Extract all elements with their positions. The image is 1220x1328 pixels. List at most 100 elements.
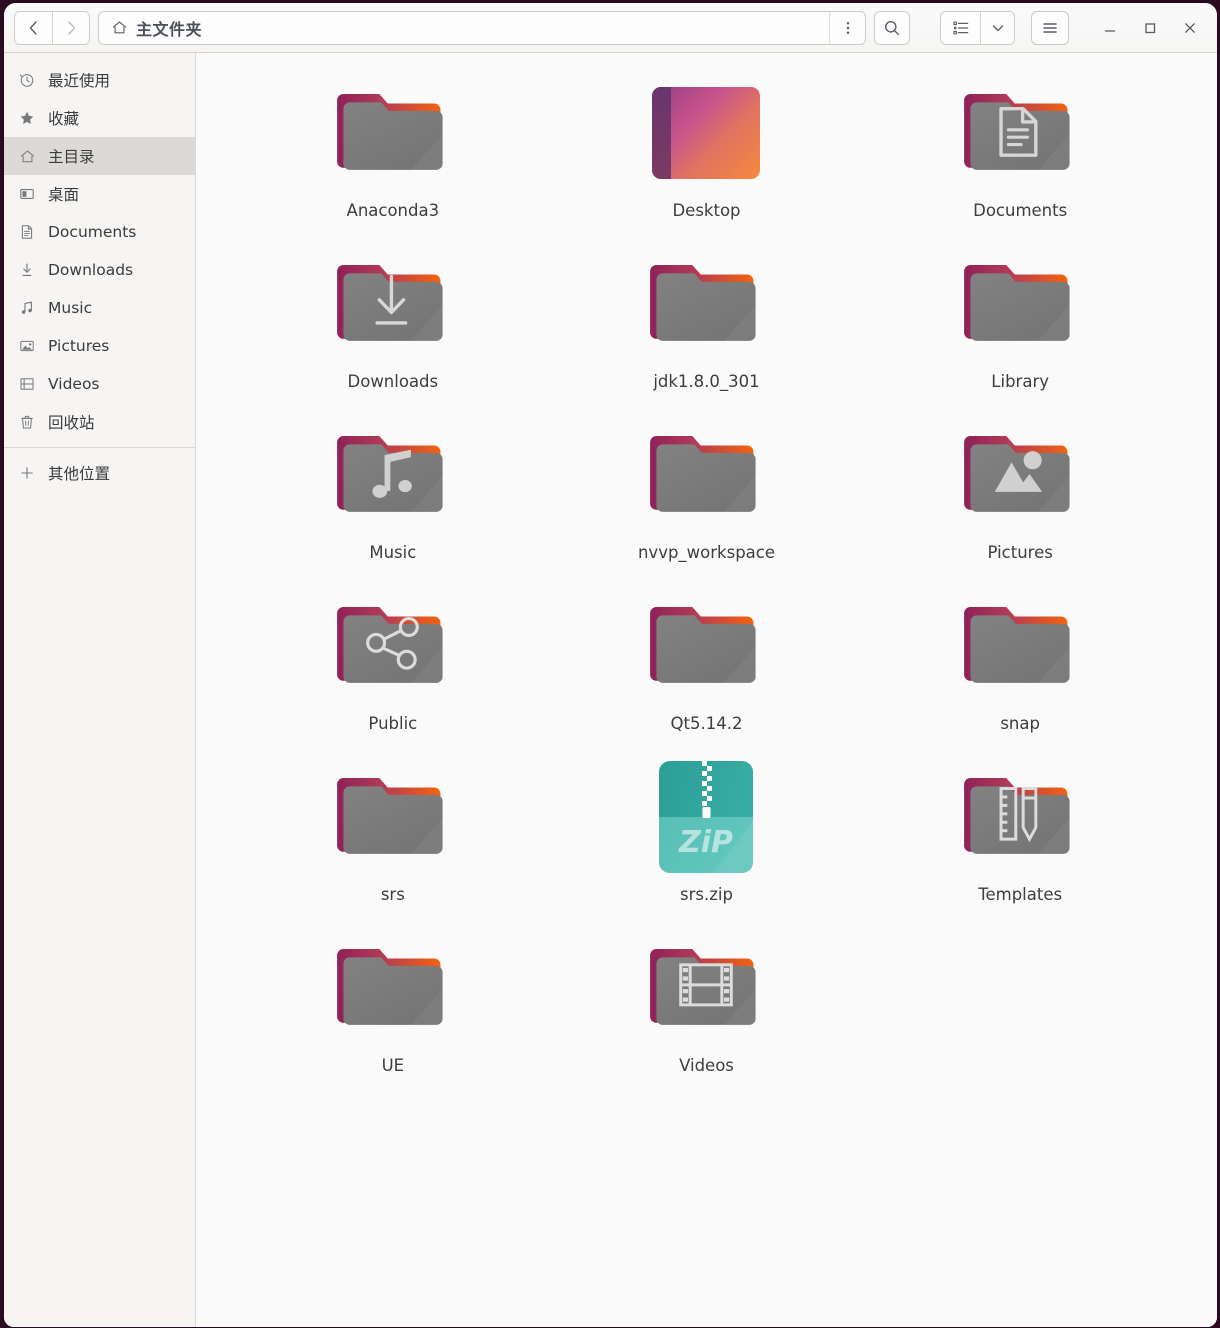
path-label: 主文件夹: [136, 19, 203, 39]
file-item[interactable]: Anaconda3: [236, 75, 550, 220]
folder-icon: [962, 588, 1078, 704]
sidebar: 最近使用 收藏 主目录 桌面 Documents Downloads Music…: [4, 53, 196, 1327]
file-item-label: Public: [368, 714, 418, 733]
file-item-label: Desktop: [672, 201, 741, 220]
list-view-icon: [952, 21, 968, 34]
sidebar-item-trash[interactable]: 回收站: [4, 403, 195, 441]
list-view-button[interactable]: [941, 11, 980, 44]
file-item-label: Anaconda3: [346, 201, 440, 220]
sidebar-item-downloads[interactable]: Downloads: [4, 251, 195, 289]
svg-text:ZiP: ZiP: [678, 825, 733, 860]
folder-icon: [648, 930, 764, 1046]
sidebar-item-music[interactable]: Music: [4, 289, 195, 327]
maximize-button[interactable]: [1133, 11, 1167, 45]
file-item[interactable]: Public: [236, 588, 550, 733]
folder-icon: [335, 417, 451, 533]
folder-icon: [335, 246, 451, 362]
close-button[interactable]: [1173, 11, 1207, 45]
hamburger-menu-icon: [1043, 22, 1057, 33]
file-item-label: nvvp_workspace: [637, 543, 776, 562]
plus-icon: [18, 464, 36, 482]
main-menu-button[interactable]: [1031, 10, 1069, 45]
sidebar-item-recent[interactable]: 最近使用: [4, 61, 195, 99]
file-item-label: Pictures: [987, 543, 1053, 562]
folder-icon: [335, 588, 451, 704]
file-item[interactable]: srs: [236, 759, 550, 904]
close-icon: [1185, 22, 1195, 33]
file-item-label: Library: [991, 372, 1049, 391]
sidebar-item-label: Downloads: [48, 261, 134, 279]
music-note-icon: [18, 299, 36, 317]
sidebar-item-label: Documents: [48, 223, 137, 241]
file-item-label: Templates: [978, 885, 1063, 904]
sidebar-divider: [4, 447, 195, 448]
folder-icon: [335, 930, 451, 1046]
zip-archive-icon: ZiP: [648, 759, 764, 875]
file-item[interactable]: jdk1.8.0_301: [550, 246, 864, 391]
file-item[interactable]: nvvp_workspace: [550, 417, 864, 562]
sidebar-item-desktop[interactable]: 桌面: [4, 175, 195, 213]
file-item[interactable]: Downloads: [236, 246, 550, 391]
film-icon: [18, 375, 36, 393]
file-item[interactable]: snap: [863, 588, 1177, 733]
home-icon: [111, 19, 128, 36]
download-icon: [18, 261, 36, 279]
file-item[interactable]: Desktop: [550, 75, 864, 220]
file-item[interactable]: Library: [863, 246, 1177, 391]
file-list-view[interactable]: Anaconda3 Desktop Documents Downloads jd…: [196, 53, 1217, 1327]
file-item-label: Music: [369, 543, 417, 562]
file-item[interactable]: ZiP srs.zip: [550, 759, 864, 904]
sidebar-item-label: 最近使用: [48, 72, 111, 90]
file-item-label: jdk1.8.0_301: [653, 372, 760, 391]
chevron-down-icon: [992, 24, 1003, 31]
file-item-label: Downloads: [347, 372, 439, 391]
sidebar-item-other-locations[interactable]: 其他位置: [4, 454, 195, 492]
header-bar: 主文件夹: [4, 3, 1217, 53]
path-bar[interactable]: 主文件夹: [98, 10, 866, 45]
file-grid: Anaconda3 Desktop Documents Downloads jd…: [236, 75, 1177, 1075]
minimize-button[interactable]: [1093, 11, 1127, 45]
path-menu-button[interactable]: [829, 11, 865, 44]
file-item-label: srs: [380, 885, 405, 904]
file-item-label: UE: [381, 1056, 405, 1075]
image-icon: [18, 337, 36, 355]
folder-icon: [962, 759, 1078, 875]
file-item[interactable]: Videos: [550, 930, 864, 1075]
folder-icon: [962, 75, 1078, 191]
file-item-label: Videos: [679, 1056, 734, 1075]
vertical-dots-icon: [846, 21, 849, 34]
file-item[interactable]: Qt5.14.2: [550, 588, 864, 733]
file-item[interactable]: Music: [236, 417, 550, 562]
file-item-label: srs.zip: [680, 885, 733, 904]
sidebar-item-home[interactable]: 主目录: [4, 137, 195, 175]
sidebar-item-label: 主目录: [48, 148, 95, 166]
chevron-right-icon: [68, 20, 76, 35]
sidebar-item-documents[interactable]: Documents: [4, 213, 195, 251]
trash-icon: [18, 413, 36, 431]
search-button[interactable]: [874, 10, 910, 45]
sidebar-item-pictures[interactable]: Pictures: [4, 327, 195, 365]
file-item-label: snap: [1000, 714, 1040, 733]
forward-button[interactable]: [52, 11, 89, 44]
file-item[interactable]: UE: [236, 930, 550, 1075]
folder-icon: [335, 759, 451, 875]
sidebar-item-starred[interactable]: 收藏: [4, 99, 195, 137]
file-item[interactable]: Templates: [863, 759, 1177, 904]
folder-icon: [962, 246, 1078, 362]
home-icon: [18, 147, 36, 165]
search-icon: [885, 20, 900, 35]
file-item[interactable]: Pictures: [863, 417, 1177, 562]
sidebar-item-label: 其他位置: [48, 465, 111, 483]
desktop-icon: [18, 185, 36, 203]
file-item[interactable]: Documents: [863, 75, 1177, 220]
sidebar-item-videos[interactable]: Videos: [4, 365, 195, 403]
star-icon: [18, 109, 36, 127]
window-controls: [1093, 11, 1207, 45]
window-body: 最近使用 收藏 主目录 桌面 Documents Downloads Music…: [4, 53, 1217, 1327]
sidebar-item-label: Videos: [48, 375, 100, 393]
view-options-button[interactable]: [980, 11, 1014, 44]
back-button[interactable]: [15, 11, 52, 44]
chevron-left-icon: [29, 20, 37, 35]
folder-icon: [335, 75, 451, 191]
maximize-icon: [1145, 22, 1156, 33]
